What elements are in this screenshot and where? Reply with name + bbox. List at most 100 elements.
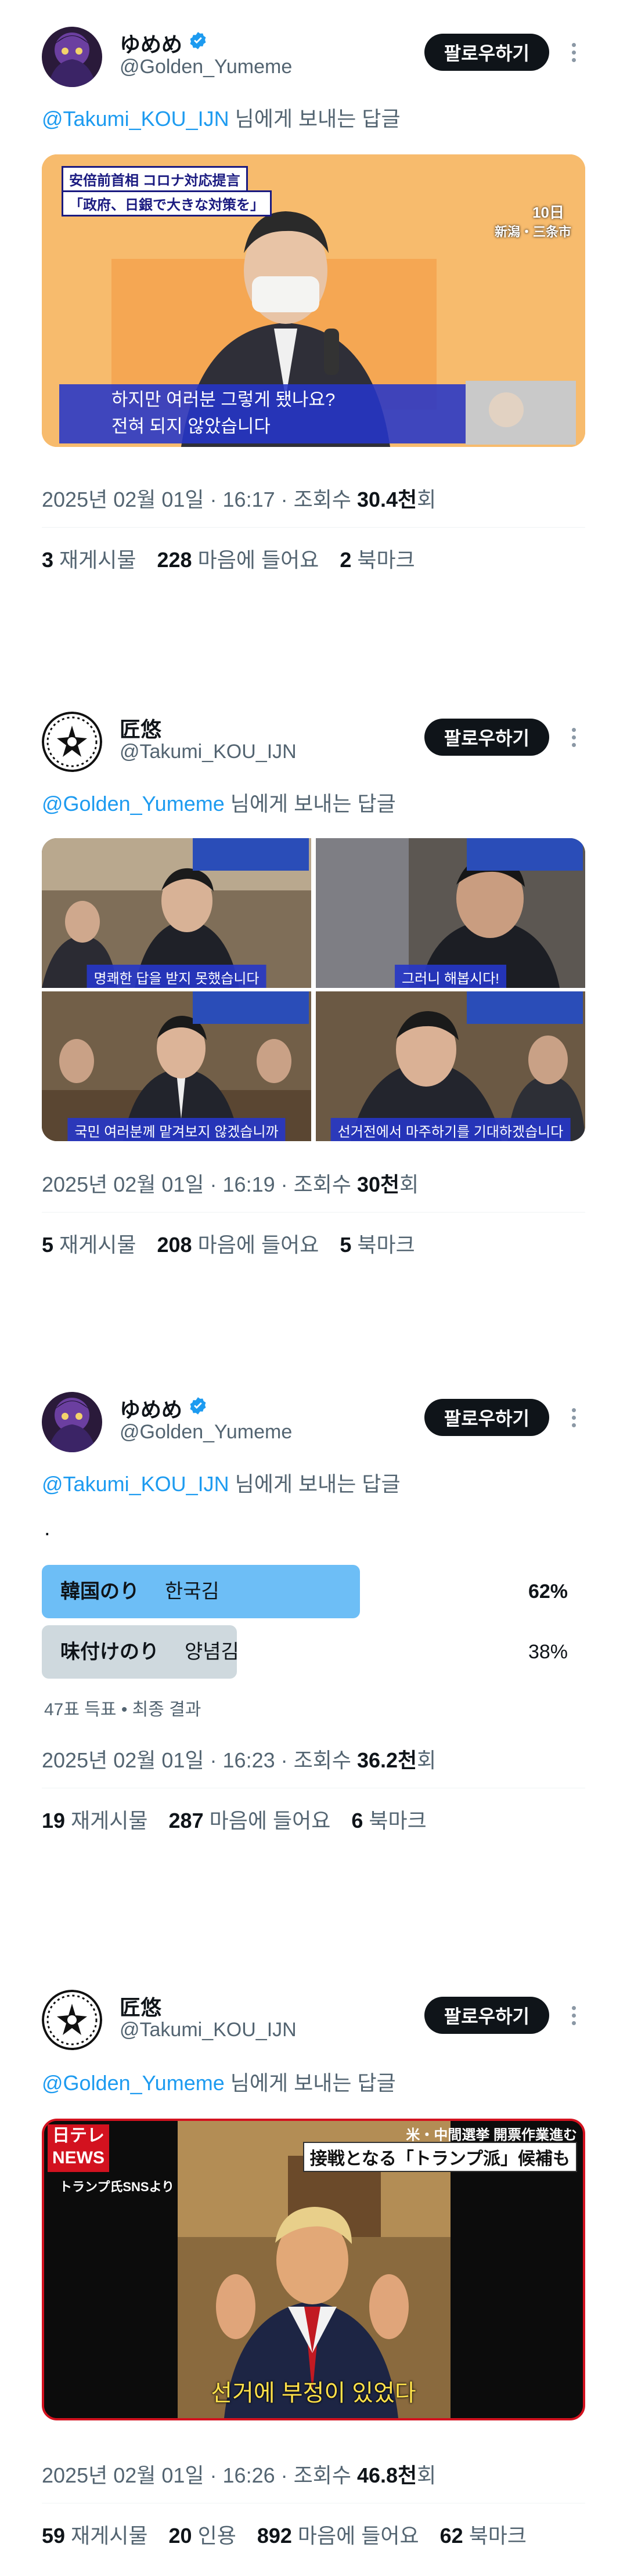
tweet-timestamp[interactable]: 2025년 02월 01일 · 16:26 · 조회수 bbox=[42, 2463, 357, 2487]
headline-1: 米・中間選挙 開票作業進む bbox=[406, 2127, 577, 2143]
tweet-stats: 5 재게시물 208 마음에 들어요 5 북마크 bbox=[42, 1228, 415, 1258]
tweet-timestamp[interactable]: 2025년 02월 01일 · 16:17 · 조회수 bbox=[42, 488, 357, 511]
poll-option-1: 韓国のり 한국김 62% bbox=[42, 1565, 585, 1618]
display-name[interactable]: 匠悠 bbox=[120, 1991, 161, 2021]
like-count[interactable]: 208 마음에 들어요 bbox=[157, 1228, 319, 1258]
logo-top-text: 日テレ bbox=[52, 2126, 105, 2145]
like-count[interactable]: 892 마음에 들어요 bbox=[257, 2519, 419, 2549]
like-number: 228 bbox=[157, 548, 192, 572]
bookmark-number: 62 bbox=[439, 2524, 463, 2548]
tweet-meta: 2025년 02월 01일 · 16:19 · 조회수 30천회 bbox=[42, 1168, 419, 1198]
avatar[interactable] bbox=[42, 1990, 102, 2050]
avatar[interactable] bbox=[42, 1392, 102, 1452]
display-name[interactable]: ゆめめ bbox=[120, 1393, 208, 1423]
poll-option-jp-1: 韓国のり bbox=[60, 1581, 139, 1603]
grid-caption-4: 선거전에서 마주하기를 기대하겠습니다 bbox=[330, 1118, 571, 1141]
reply-context: @Takumi_KOU_IJN 님에게 보내는 답글 bbox=[42, 102, 401, 132]
view-count: 30천 bbox=[356, 1172, 400, 1196]
more-options-icon[interactable] bbox=[562, 1400, 585, 1435]
reply-to-link[interactable]: @Takumi_KOU_IJN bbox=[42, 1472, 229, 1496]
video-subtitle: 선거에 부정이 있었다 bbox=[211, 2380, 416, 2406]
tweet-timestamp[interactable]: 2025년 02월 01일 · 16:19 · 조회수 bbox=[42, 1172, 357, 1196]
tweet-timestamp[interactable]: 2025년 02월 01일 · 16:23 · 조회수 bbox=[42, 1748, 357, 1772]
tweet-meta: 2025년 02월 01일 · 16:23 · 조회수 36.2천회 bbox=[42, 1744, 436, 1774]
view-count: 36.2천 bbox=[356, 1748, 417, 1772]
reply-context: @Golden_Yumeme 님에게 보내는 답글 bbox=[42, 2066, 396, 2097]
tweet-body: . bbox=[44, 1516, 51, 1540]
grid-image-3[interactable]: 국민 여러분께 맡겨보지 않겠습니까 bbox=[42, 991, 311, 1141]
reply-suffix: 님에게 보내는 답글 bbox=[229, 1472, 401, 1496]
bookmark-number: 5 bbox=[340, 1233, 352, 1257]
repost-number: 3 bbox=[42, 548, 54, 572]
quote-count[interactable]: 20 인용 bbox=[169, 2519, 236, 2549]
divider bbox=[42, 1212, 585, 1213]
view-count-suffix: 회 bbox=[417, 1748, 437, 1772]
display-name-text: 匠悠 bbox=[120, 717, 162, 741]
user-handle[interactable]: @Takumi_KOU_IJN bbox=[120, 2019, 297, 2041]
news-caption-top: 安倍前首相 コロナ対応提言 bbox=[62, 166, 248, 192]
repost-label: 재게시물 bbox=[71, 2524, 148, 2548]
view-count-suffix: 회 bbox=[417, 2463, 437, 2487]
poll-option-kr-1: 한국김 bbox=[165, 1581, 219, 1603]
view-count: 46.8천 bbox=[356, 2463, 417, 2487]
repost-number: 59 bbox=[42, 2524, 66, 2548]
more-options-icon[interactable] bbox=[562, 35, 585, 70]
more-options-icon[interactable] bbox=[562, 720, 585, 755]
avatar[interactable] bbox=[42, 712, 102, 772]
repost-label: 재게시물 bbox=[71, 1809, 148, 1832]
repost-count[interactable]: 19 재게시물 bbox=[42, 1804, 148, 1834]
repost-count[interactable]: 59 재게시물 bbox=[42, 2519, 148, 2549]
bookmark-count[interactable]: 62 북마크 bbox=[440, 2519, 527, 2549]
repost-count[interactable]: 3 재게시물 bbox=[42, 543, 136, 573]
like-count[interactable]: 287 마음에 들어요 bbox=[169, 1804, 331, 1834]
subtitle-box: 하지만 여러분 그렇게 됐나요? 전혀 되지 않았습니다 bbox=[59, 384, 466, 443]
display-name-text: 匠悠 bbox=[120, 1996, 162, 2019]
quote-label: 인용 bbox=[197, 2524, 236, 2548]
bookmark-count[interactable]: 6 북마크 bbox=[351, 1804, 426, 1834]
follow-button[interactable]: 팔로우하기 bbox=[424, 1399, 549, 1436]
user-handle[interactable]: @Takumi_KOU_IJN bbox=[120, 741, 297, 763]
user-handle[interactable]: @Golden_Yumeme bbox=[120, 1421, 292, 1444]
tweet-image-grid: 명쾌한 답을 받지 못했습니다 그러니 해봅시다! 국민 여러분께 맡겨보지 않… bbox=[42, 838, 585, 1141]
display-name[interactable]: ゆめめ bbox=[120, 28, 208, 58]
follow-button[interactable]: 팔로우하기 bbox=[424, 719, 549, 756]
follow-button[interactable]: 팔로우하기 bbox=[424, 34, 549, 71]
subtitle-line-2: 전혀 되지 않았습니다 bbox=[111, 416, 271, 436]
view-count-suffix: 회 bbox=[417, 488, 437, 511]
like-label: 마음에 들어요 bbox=[197, 548, 319, 572]
tweet-image[interactable]: 日テレ NEWS トランプ氏SNSより 米・中間選挙 開票作業進む 接戦となる「… bbox=[42, 2119, 585, 2420]
display-name-text: ゆめめ bbox=[120, 1398, 183, 1422]
tweet-header: 匠悠 @Takumi_KOU_IJN 팔로우하기 bbox=[42, 1985, 585, 2050]
tweet-header: 匠悠 @Takumi_KOU_IJN 팔로우하기 bbox=[42, 707, 585, 772]
repost-count[interactable]: 5 재게시물 bbox=[42, 1228, 136, 1258]
tweet-image[interactable]: 安倍前首相 コロナ対応提言 「政府、日銀で大きな対策を」 10日 新潟・三条市 … bbox=[42, 154, 585, 447]
thread-page: ゆめめ @Golden_Yumeme 팔로우하기 @Takumi_KOU_IJN… bbox=[0, 0, 627, 2576]
grid-image-4[interactable]: 선거전에서 마주하기를 기대하겠습니다 bbox=[316, 991, 585, 1141]
follow-button[interactable]: 팔로우하기 bbox=[424, 1997, 549, 2034]
display-name[interactable]: 匠悠 bbox=[120, 713, 161, 743]
bookmark-label: 북마크 bbox=[369, 1809, 427, 1832]
reply-to-link[interactable]: @Golden_Yumeme bbox=[42, 2071, 225, 2095]
tweet-stats: 3 재게시물 228 마음에 들어요 2 북마크 bbox=[42, 543, 415, 573]
like-number: 208 bbox=[157, 1233, 192, 1257]
tweet-2: 匠悠 @Takumi_KOU_IJN 팔로우하기 @Golden_Yumeme … bbox=[0, 707, 627, 1276]
poll-percent-2: 38% bbox=[528, 1641, 568, 1663]
reply-to-link[interactable]: @Takumi_KOU_IJN bbox=[42, 107, 229, 131]
reply-to-link[interactable]: @Golden_Yumeme bbox=[42, 792, 225, 816]
view-count: 30.4천 bbox=[356, 488, 417, 511]
like-count[interactable]: 228 마음에 들어요 bbox=[157, 543, 319, 573]
avatar[interactable] bbox=[42, 27, 102, 87]
more-options-icon[interactable] bbox=[562, 1998, 585, 2033]
grid-image-2[interactable]: 그러니 해봅시다! bbox=[316, 838, 585, 988]
bookmark-count[interactable]: 2 북마크 bbox=[340, 543, 415, 573]
headline-2: 接戦となる「トランプ派」候補も bbox=[302, 2142, 577, 2172]
tweet-3: ゆめめ @Golden_Yumeme 팔로우하기 @Takumi_KOU_IJN… bbox=[0, 1387, 627, 1910]
user-handle[interactable]: @Golden_Yumeme bbox=[120, 56, 292, 78]
bookmark-count[interactable]: 5 북마크 bbox=[340, 1228, 415, 1258]
repost-label: 재게시물 bbox=[59, 548, 136, 572]
bookmark-label: 북마크 bbox=[357, 548, 415, 572]
bookmark-number: 6 bbox=[351, 1809, 363, 1832]
reply-context: @Takumi_KOU_IJN 님에게 보내는 답글 bbox=[42, 1467, 401, 1498]
like-label: 마음에 들어요 bbox=[297, 2524, 419, 2548]
grid-image-1[interactable]: 명쾌한 답을 받지 못했습니다 bbox=[42, 838, 311, 988]
